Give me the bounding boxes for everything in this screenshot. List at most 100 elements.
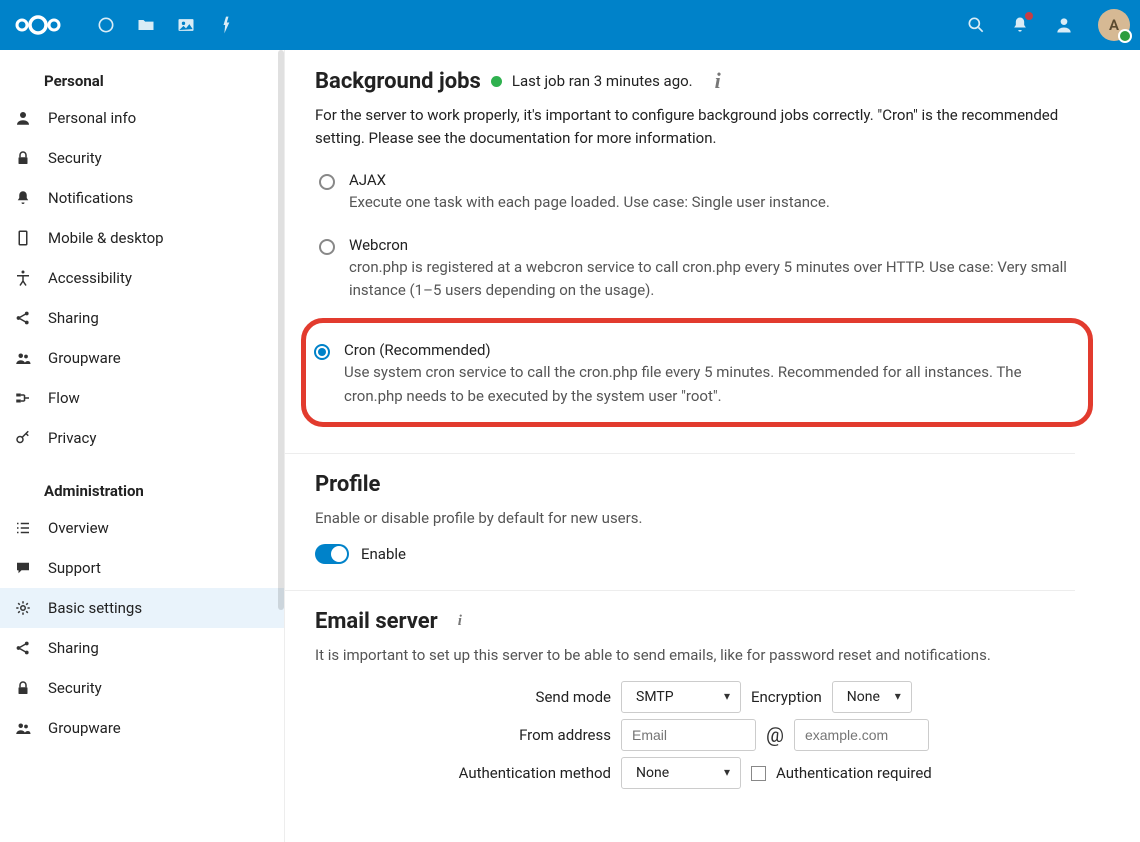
section-background-jobs: Background jobs Last job ran 3 minutes a… xyxy=(285,50,1075,454)
topbar: A xyxy=(0,0,1140,50)
sidebar-item-mobile-desktop[interactable]: Mobile & desktop xyxy=(0,218,284,258)
label-auth-method: Authentication method xyxy=(315,764,611,782)
chat-icon xyxy=(14,559,32,577)
topbar-left xyxy=(10,11,236,39)
profile-title: Profile xyxy=(315,472,380,497)
radio-desc: Execute one task with each page loaded. … xyxy=(349,191,830,214)
sidebar-item-accessibility[interactable]: Accessibility xyxy=(0,258,284,298)
list-icon xyxy=(14,519,32,537)
group-icon xyxy=(14,349,32,367)
sidebar-item-label: Security xyxy=(48,149,102,167)
sidebar-item-privacy[interactable]: Privacy xyxy=(0,418,284,458)
checkbox-auth-required[interactable] xyxy=(751,766,766,781)
radio-webcron[interactable]: Webcron cron.php is registered at a webc… xyxy=(315,230,1075,319)
sidebar-item-notifications[interactable]: Notifications xyxy=(0,178,284,218)
avatar[interactable]: A xyxy=(1098,9,1130,41)
at-symbol: @ xyxy=(766,723,784,747)
contacts-icon[interactable] xyxy=(1054,15,1074,35)
sidebar-item-label: Groupware xyxy=(48,349,121,367)
info-icon[interactable]: i xyxy=(458,613,462,630)
toggle-label: Enable xyxy=(361,545,406,563)
files-icon[interactable] xyxy=(136,15,156,35)
sidebar-heading-personal: Personal xyxy=(0,68,284,98)
key-icon xyxy=(14,429,32,447)
group-icon xyxy=(14,719,32,737)
bgjobs-desc: For the server to work properly, it's im… xyxy=(315,104,1075,151)
sidebar-item-security[interactable]: Security xyxy=(0,138,284,178)
profile-enable-toggle[interactable] xyxy=(315,544,349,564)
section-profile: Profile Enable or disable profile by def… xyxy=(285,454,1075,591)
radio-label: Webcron xyxy=(349,236,1075,254)
bgjobs-title-text: Background jobs xyxy=(315,69,481,94)
radio-cron[interactable]: Cron (Recommended) Use system cron servi… xyxy=(310,335,1076,408)
sidebar-item-admin-groupware[interactable]: Groupware xyxy=(0,708,284,748)
label-send-mode: Send mode xyxy=(315,688,611,706)
sidebar-item-sharing[interactable]: Sharing xyxy=(0,298,284,338)
sidebar-item-label: Support xyxy=(48,559,101,577)
sidebar-item-label: Basic settings xyxy=(48,599,142,617)
radio-desc: Use system cron service to call the cron… xyxy=(344,361,1076,408)
sidebar-item-flow[interactable]: Flow xyxy=(0,378,284,418)
sidebar-item-personal-info[interactable]: Personal info xyxy=(0,98,284,138)
sidebar: Personal Personal info Security Notifica… xyxy=(0,50,285,842)
sidebar-item-label: Sharing xyxy=(48,309,99,327)
radio-label: Cron (Recommended) xyxy=(344,341,1076,359)
highlighted-selection: Cron (Recommended) Use system cron servi… xyxy=(301,318,1093,427)
select-auth-method[interactable]: None xyxy=(621,757,741,789)
sidebar-item-support[interactable]: Support xyxy=(0,548,284,588)
main-content: Background jobs Last job ran 3 minutes a… xyxy=(285,50,1140,842)
sidebar-item-label: Security xyxy=(48,679,102,697)
bgjobs-status: Last job ran 3 minutes ago. xyxy=(512,72,693,90)
label-from-address: From address xyxy=(315,726,611,744)
sidebar-item-label: Groupware xyxy=(48,719,121,737)
email-title: Email server xyxy=(315,609,438,634)
info-icon[interactable]: i xyxy=(715,68,721,94)
topbar-right: A xyxy=(966,9,1130,41)
dashboard-icon[interactable] xyxy=(96,15,116,35)
sidebar-item-groupware[interactable]: Groupware xyxy=(0,338,284,378)
profile-desc: Enable or disable profile by default for… xyxy=(315,507,1075,530)
radio-icon[interactable] xyxy=(314,344,330,360)
radio-label: AJAX xyxy=(349,171,830,189)
radio-ajax[interactable]: AJAX Execute one task with each page loa… xyxy=(315,165,1075,230)
bell-icon xyxy=(14,189,32,207)
status-dot-ok-icon xyxy=(491,76,502,87)
sidebar-item-label: Mobile & desktop xyxy=(48,229,164,247)
label-encryption: Encryption xyxy=(751,688,822,706)
label-auth-required: Authentication required xyxy=(776,764,932,782)
sidebar-item-label: Sharing xyxy=(48,639,99,657)
radio-icon[interactable] xyxy=(319,239,335,255)
sidebar-item-admin-sharing[interactable]: Sharing xyxy=(0,628,284,668)
lock-icon xyxy=(14,149,32,167)
user-icon xyxy=(14,109,32,127)
search-icon[interactable] xyxy=(966,15,986,35)
accessibility-icon xyxy=(14,269,32,287)
sidebar-item-label: Personal info xyxy=(48,109,136,127)
notifications-icon[interactable] xyxy=(1010,15,1030,35)
share-icon xyxy=(14,639,32,657)
sidebar-item-label: Accessibility xyxy=(48,269,132,287)
select-encryption[interactable]: None xyxy=(832,681,912,713)
activity-icon[interactable] xyxy=(216,15,236,35)
sidebar-item-label: Privacy xyxy=(48,429,96,447)
sidebar-item-basic-settings[interactable]: Basic settings xyxy=(0,588,284,628)
flow-icon xyxy=(14,389,32,407)
lock-icon xyxy=(14,679,32,697)
select-send-mode[interactable]: SMTP xyxy=(621,681,741,713)
gear-icon xyxy=(14,599,32,617)
input-from-email[interactable] xyxy=(621,719,756,751)
share-icon xyxy=(14,309,32,327)
sidebar-item-label: Overview xyxy=(48,519,109,537)
sidebar-item-label: Flow xyxy=(48,389,80,407)
notification-dot xyxy=(1025,12,1033,20)
sidebar-item-overview[interactable]: Overview xyxy=(0,508,284,548)
sidebar-heading-admin: Administration xyxy=(0,478,284,508)
input-from-domain[interactable] xyxy=(794,719,929,751)
phone-icon xyxy=(14,229,32,247)
radio-icon[interactable] xyxy=(319,174,335,190)
photos-icon[interactable] xyxy=(176,15,196,35)
sidebar-item-admin-security[interactable]: Security xyxy=(0,668,284,708)
app-logo[interactable] xyxy=(10,11,66,39)
sidebar-item-label: Notifications xyxy=(48,189,133,207)
bgjobs-title: Background jobs Last job ran 3 minutes a… xyxy=(315,68,721,94)
